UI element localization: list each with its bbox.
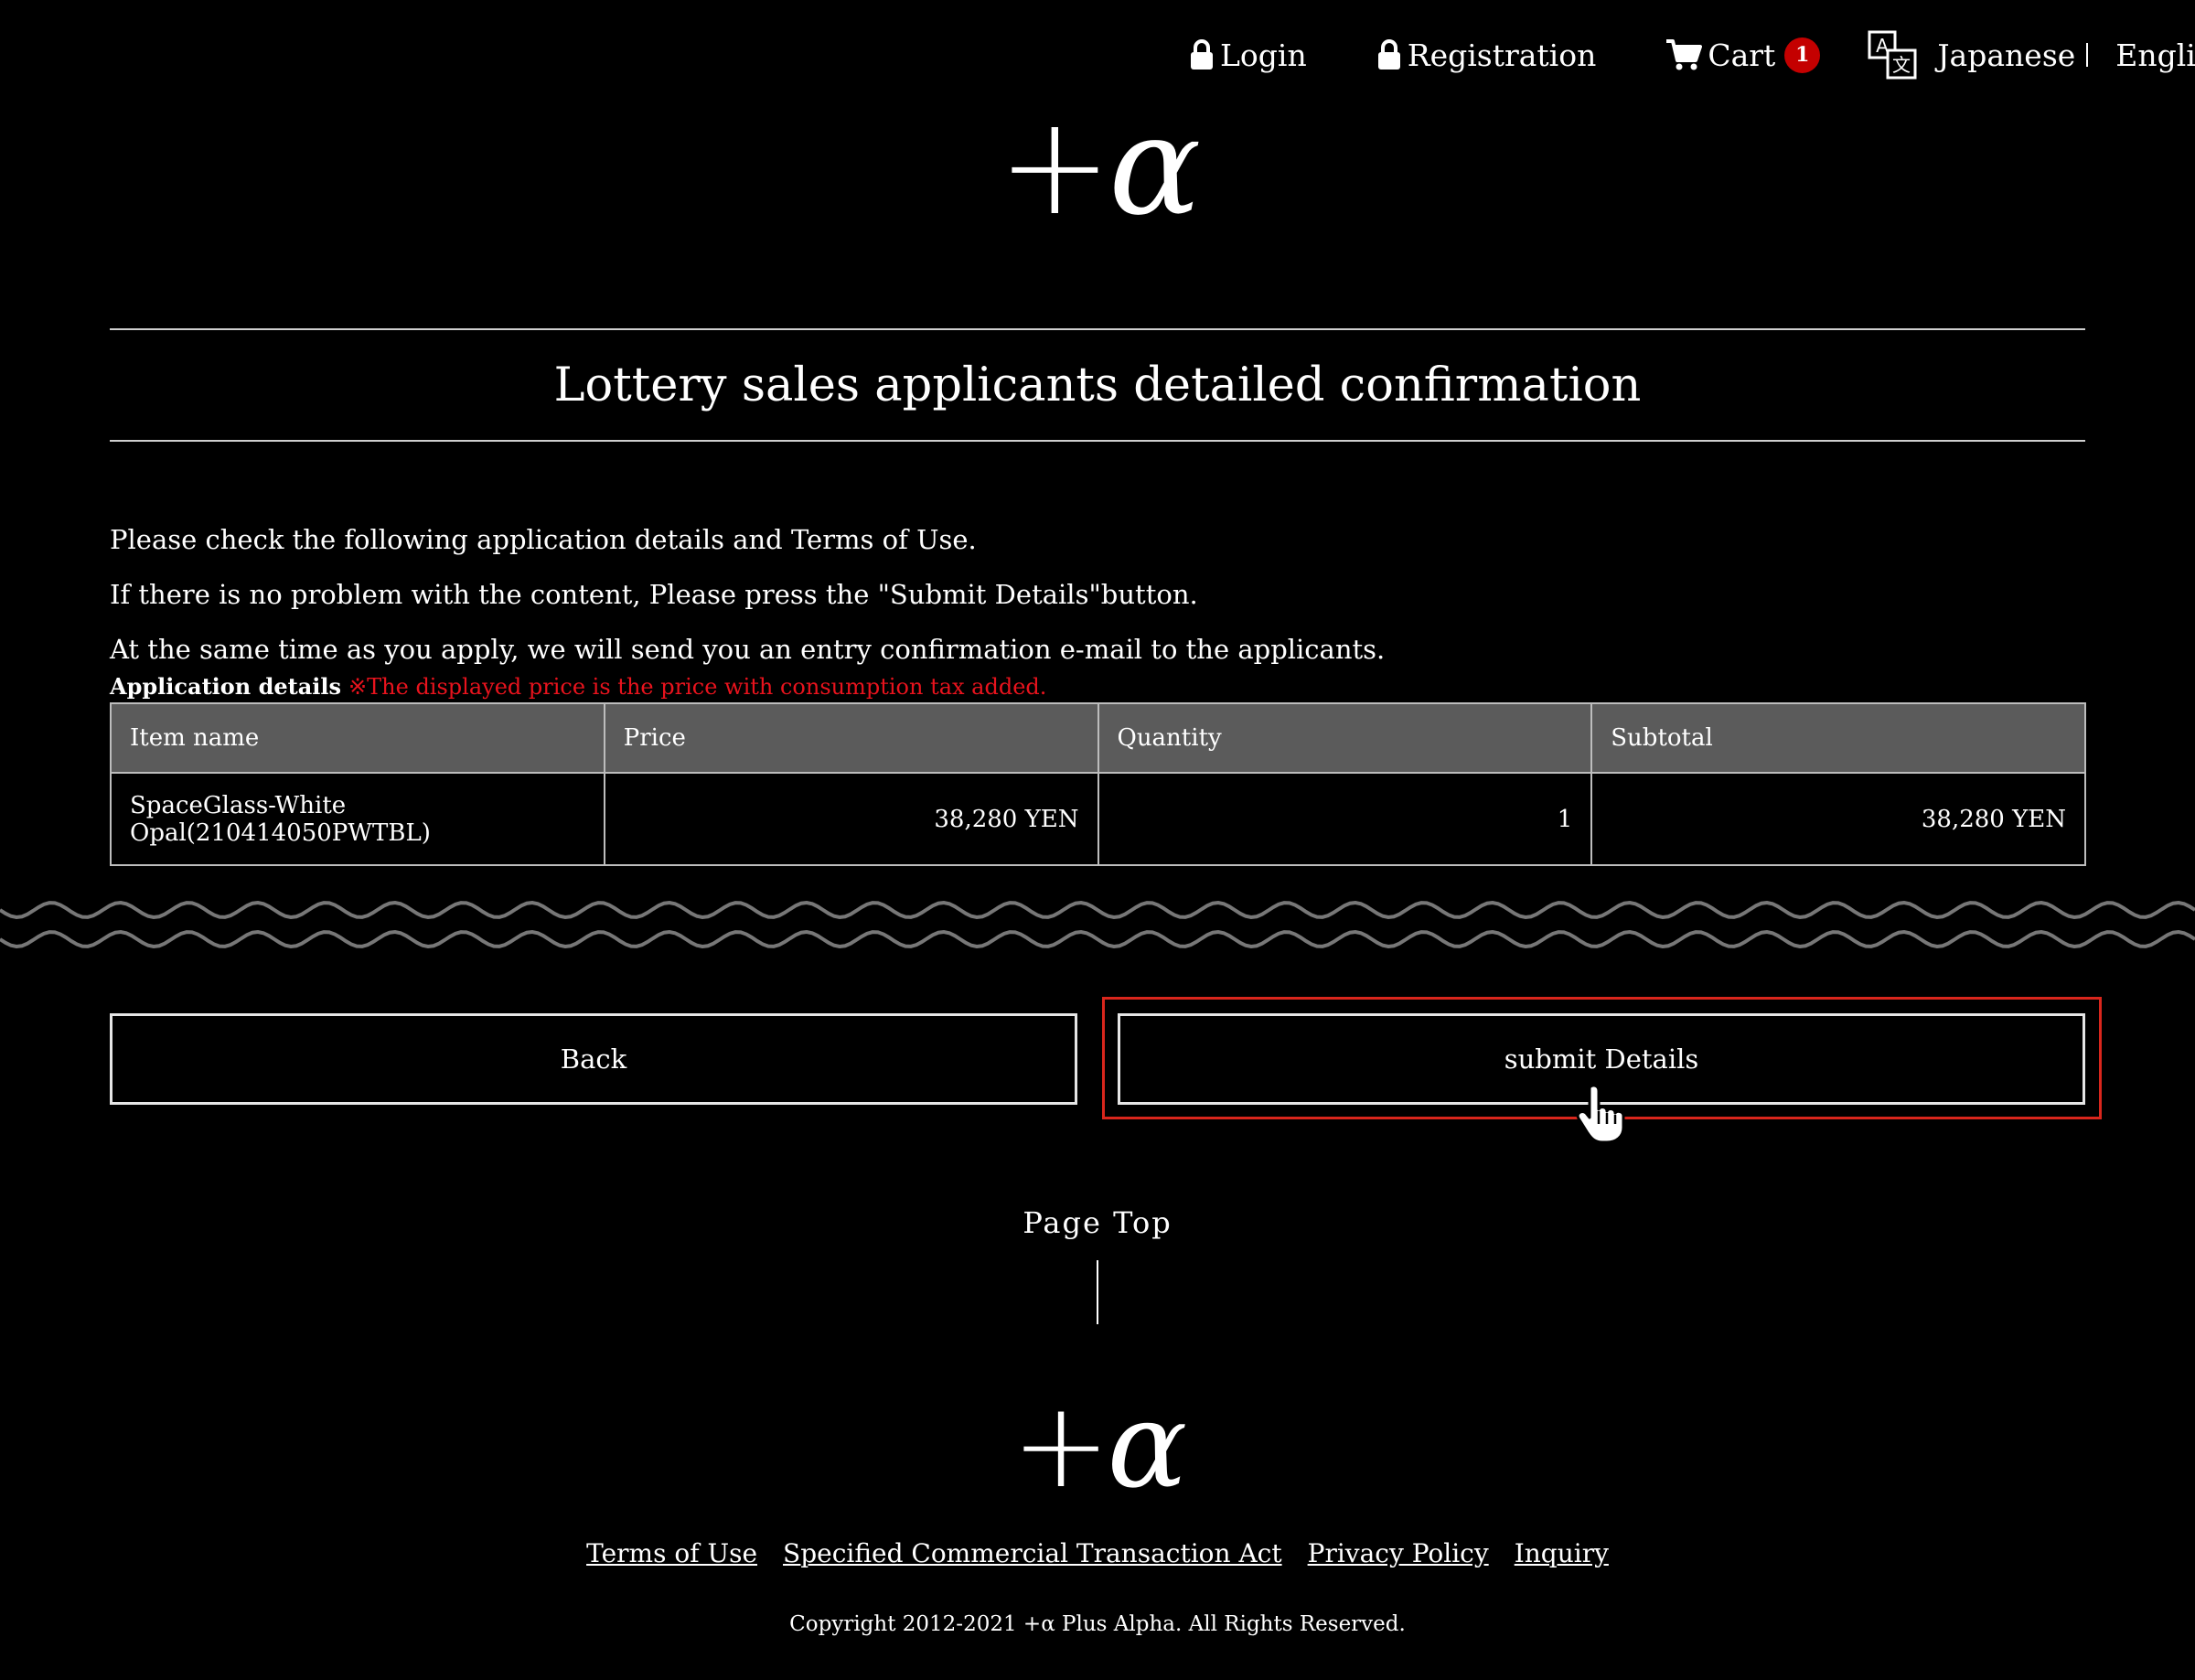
instructions: Please check the following application d…: [110, 512, 2085, 677]
logo-alpha: α: [1107, 1375, 1188, 1514]
instruction-line: Please check the following application d…: [110, 524, 977, 555]
cell-quantity: 1: [1097, 772, 1593, 866]
footer-logo[interactable]: +α: [1011, 1372, 1188, 1518]
wave-divider: [0, 900, 2195, 949]
logo-plus: +: [997, 87, 1113, 246]
cell-price: 38,280 YEN: [603, 772, 1099, 866]
tax-note: ※The displayed price is the price with c…: [348, 674, 1047, 700]
lang-japanese-link[interactable]: Japanese: [1937, 37, 2075, 73]
application-table: Item name Price Quantity Subtotal SpaceG…: [110, 702, 2086, 866]
footer-links: Terms of Use Specified Commercial Transa…: [0, 1538, 2195, 1568]
cart-icon: [1666, 39, 1703, 70]
logo-alpha: α: [1108, 87, 1201, 246]
copyright-text: Copyright 2012-2021 +α Plus Alpha. All R…: [789, 1612, 1406, 1636]
lock-icon: [1377, 39, 1400, 70]
terms-of-use-link[interactable]: Terms of Use: [586, 1538, 757, 1568]
registration-link[interactable]: Registration: [1376, 37, 1597, 73]
page-title: Lottery sales applicants detailed confir…: [553, 358, 1642, 412]
header-subtotal: Subtotal: [1590, 702, 2086, 774]
top-nav: Login Registration Cart 1 A 文 Japanese E…: [1189, 30, 2195, 80]
table-header-row: Item name Price Quantity Subtotal: [110, 702, 2086, 774]
hand-pointer-icon: [1576, 1084, 1625, 1144]
title-block: Lottery sales applicants detailed confir…: [110, 328, 2085, 442]
header-price: Price: [603, 702, 1099, 774]
header-quantity: Quantity: [1097, 702, 1593, 774]
lock-icon: [1191, 39, 1213, 70]
login-label: Login: [1220, 37, 1307, 73]
inquiry-link[interactable]: Inquiry: [1515, 1538, 1609, 1568]
privacy-policy-link[interactable]: Privacy Policy: [1308, 1538, 1489, 1568]
login-link[interactable]: Login: [1189, 37, 1307, 73]
lang-english-link[interactable]: English: [2115, 37, 2195, 73]
back-button[interactable]: Back: [110, 1013, 1077, 1105]
table-row: SpaceGlass-White Opal(210414050PWTBL) 38…: [110, 772, 2086, 866]
cell-subtotal: 38,280 YEN: [1590, 772, 2086, 866]
cart-count-badge: 1: [1784, 37, 1821, 73]
logo-plus: +: [1011, 1375, 1111, 1514]
instruction-line: At the same time as you apply, we will s…: [110, 634, 1386, 665]
cart-link[interactable]: Cart 1: [1665, 37, 1821, 73]
page-top-line: [1097, 1260, 1098, 1324]
commercial-transaction-act-link[interactable]: Specified Commercial Transaction Act: [783, 1538, 1282, 1568]
cell-item-name: SpaceGlass-White Opal(210414050PWTBL): [110, 772, 605, 866]
translate-icon: A 文: [1868, 30, 1917, 80]
instruction-line: If there is no problem with the content,…: [110, 579, 1198, 610]
svg-text:文: 文: [1892, 54, 1911, 76]
details-label: Application details: [110, 673, 342, 700]
cart-label: Cart: [1708, 37, 1776, 73]
details-heading: Application details ※The displayed price…: [110, 673, 1046, 700]
registration-label: Registration: [1407, 37, 1597, 73]
page-top-link[interactable]: Page Top: [0, 1205, 2195, 1240]
lang-separator: [2086, 43, 2089, 67]
header-item-name: Item name: [110, 702, 605, 774]
site-logo[interactable]: +α: [997, 84, 1202, 249]
